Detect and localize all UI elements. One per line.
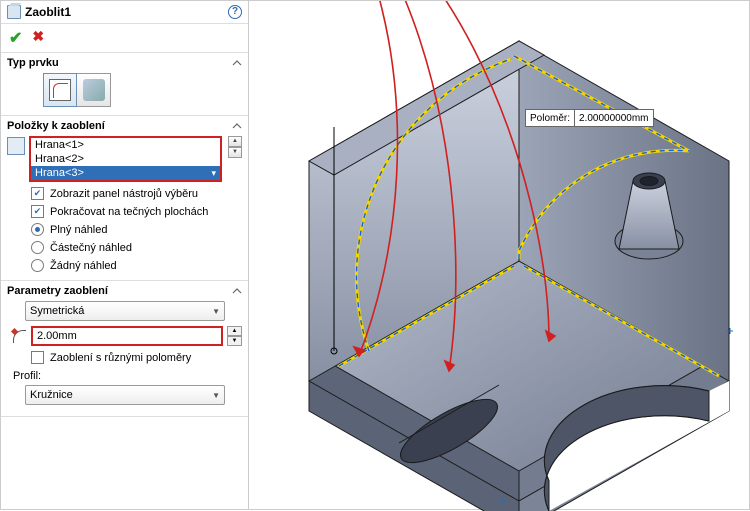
chevron-down-icon: ▼ — [212, 307, 220, 316]
preview-none-radio[interactable]: Žádný náhled — [31, 259, 242, 272]
move-up-button[interactable]: ▲ — [228, 136, 242, 147]
chevron-up-icon — [232, 58, 242, 68]
checkbox-label: Zaoblení s různými poloměry — [50, 352, 191, 364]
profile-label: Profil: — [13, 370, 242, 382]
section-title-items: Položky k zaoblení — [7, 120, 232, 132]
checkbox-label: Pokračovat na tečných plochách — [50, 206, 208, 218]
edge-selection-list[interactable]: Hrana<1> Hrana<2> Hrana<3> — [29, 136, 222, 182]
section-header-typ[interactable]: Typ prvku — [7, 57, 242, 69]
radius-value-field[interactable] — [33, 330, 221, 342]
select-value: Kružnice — [30, 389, 73, 401]
radius-spinner: ▲ ▼ — [227, 326, 242, 346]
feature-title: Zaoblit1 — [25, 5, 228, 19]
multi-radius-checkbox[interactable]: Zaoblení s různými poloměry — [31, 351, 242, 364]
section-items: Položky k zaoblení Hrana<1> Hrana<2> Hra… — [1, 116, 248, 281]
radio-label: Žádný náhled — [50, 260, 117, 272]
profile-select[interactable]: Kružnice ▼ — [25, 385, 225, 405]
checkbox-icon — [31, 351, 44, 364]
chevron-up-icon — [232, 121, 242, 131]
callout-value[interactable]: 2.00000000mm — [575, 109, 654, 127]
fillet-type-face-button[interactable] — [77, 73, 111, 107]
section-header-params[interactable]: Parametry zaoblení — [7, 285, 242, 297]
ok-button[interactable]: ✔ — [9, 28, 22, 48]
spin-up-button[interactable]: ▲ — [227, 326, 242, 336]
preview-partial-radio[interactable]: Částečný náhled — [31, 241, 242, 254]
list-item[interactable]: Hrana<1> — [31, 138, 220, 152]
graphics-viewport[interactable]: Poloměr: 2.00000000mm — [249, 1, 749, 509]
list-item[interactable]: Hrana<2> — [31, 152, 220, 166]
panel-header: Zaoblit1 ? — [1, 1, 248, 24]
radio-icon — [31, 259, 44, 272]
checkbox-icon: ✔ — [31, 187, 44, 200]
list-reorder-buttons: ▲ ▼ — [228, 136, 242, 158]
section-header-items[interactable]: Položky k zaoblení — [7, 120, 242, 132]
move-down-button[interactable]: ▼ — [228, 147, 242, 158]
radio-icon — [31, 223, 44, 236]
spin-down-button[interactable]: ▼ — [227, 336, 242, 346]
section-typ-prvku: Typ prvku — [1, 53, 248, 116]
feature-property-panel: Zaoblit1 ? ✔ ✖ Typ prvku Položky k zaobl… — [1, 1, 249, 509]
callout-label: Poloměr: — [525, 109, 575, 127]
continue-tangent-checkbox[interactable]: ✔ Pokračovat na tečných plochách — [31, 205, 242, 218]
confirm-row: ✔ ✖ — [1, 24, 248, 53]
cancel-button[interactable]: ✖ — [32, 28, 44, 48]
chevron-down-icon: ▼ — [212, 391, 220, 400]
symmetry-select[interactable]: Symetrická ▼ — [25, 301, 225, 321]
list-item[interactable]: Hrana<3> — [31, 166, 220, 180]
checkbox-label: Zobrazit panel nástrojů výběru — [50, 188, 198, 200]
section-title-params: Parametry zaoblení — [7, 285, 232, 297]
section-params: Parametry zaoblení Symetrická ▼ ▲ ▼ Zaob… — [1, 281, 248, 417]
radius-icon — [11, 328, 27, 344]
model-render — [249, 1, 750, 511]
radio-icon — [31, 241, 44, 254]
fillet-type-toggle — [43, 73, 242, 107]
checkbox-icon: ✔ — [31, 205, 44, 218]
selection-filter-icon[interactable] — [7, 137, 25, 155]
preview-full-radio[interactable]: Plný náhled — [31, 223, 242, 236]
feature-icon — [7, 5, 21, 19]
chevron-up-icon — [232, 286, 242, 296]
help-icon[interactable]: ? — [228, 5, 242, 19]
radio-label: Částečný náhled — [50, 242, 132, 254]
radius-input[interactable] — [31, 326, 223, 346]
fillet-type-constant-button[interactable] — [43, 73, 77, 107]
section-title-typ: Typ prvku — [7, 57, 232, 69]
radio-label: Plný náhled — [50, 224, 108, 236]
select-value: Symetrická — [30, 305, 84, 317]
radius-callout[interactable]: Poloměr: 2.00000000mm — [525, 109, 654, 127]
show-toolbar-checkbox[interactable]: ✔ Zobrazit panel nástrojů výběru — [31, 187, 242, 200]
